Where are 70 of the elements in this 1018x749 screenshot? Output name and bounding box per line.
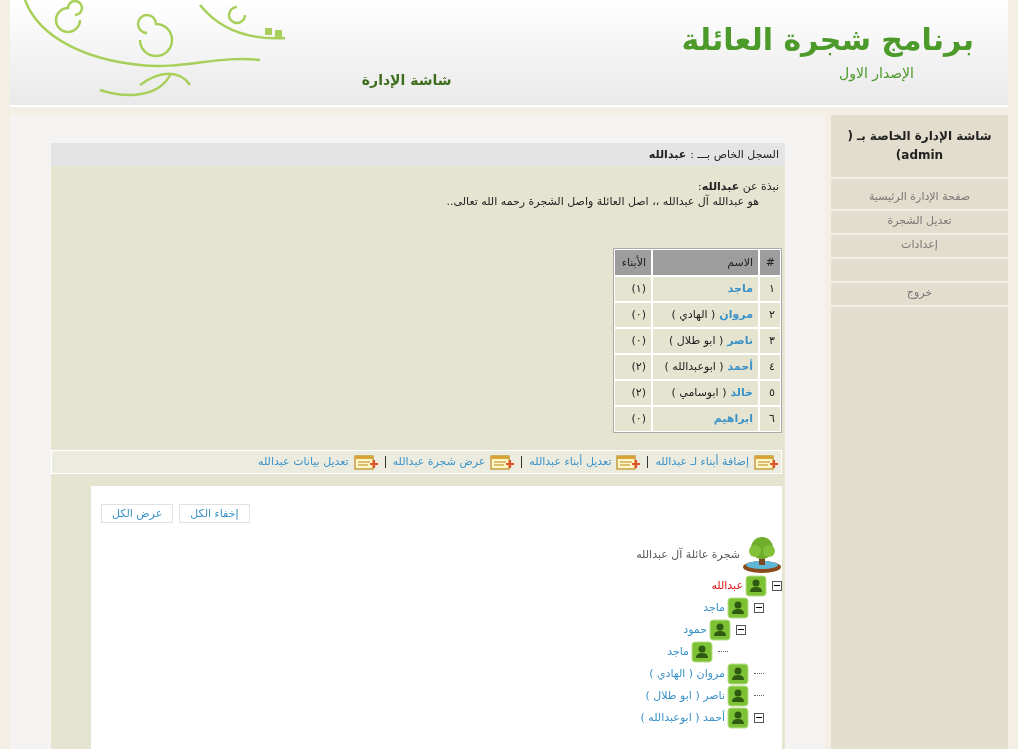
tree-node-link[interactable]: مروان ( الهادي ) (649, 667, 725, 681)
table-cell: (١) (614, 275, 652, 302)
child-name-link[interactable]: ناصر (727, 334, 753, 348)
bio-text: هو عبدالله آل عبدالله ،، اصل العائلة واصل الشجرة رحمه الله تعالى.. (445, 194, 760, 210)
action-link[interactable]: تعديل أبناء عبدالله (529, 455, 612, 469)
tree-title: شجرة عائلة آل عبدالله (636, 548, 740, 562)
person-name: عبدالله (648, 148, 687, 161)
table-cell: (٠) (614, 301, 652, 328)
child-name-link[interactable]: ماجد (727, 282, 753, 296)
table-cell: ٤ (759, 353, 781, 380)
column-header: الأبناء (614, 248, 652, 276)
connector-line (754, 695, 764, 697)
table-cell: ٥ (759, 379, 781, 406)
person-icon (709, 618, 731, 641)
bio-title: نبذة عن عبدالله: (697, 180, 779, 194)
nickname-text: ( الهادي ) (671, 308, 716, 322)
person-icon (727, 662, 749, 685)
collapse-toggle[interactable] (736, 624, 746, 635)
action-link[interactable]: تعديل بيانات عبدالله (258, 455, 349, 469)
tree-node-link[interactable]: أحمد ( ابوعبدالله ) (640, 711, 725, 725)
record-heading: السجل الخاص بـــ : (690, 148, 779, 161)
sidebar-link[interactable]: تعديل الشجرة (831, 211, 1008, 236)
table-cell: ١ (759, 275, 781, 302)
table-cell: (٠) (614, 405, 652, 432)
child-name-link[interactable]: خالد (730, 386, 753, 400)
notepad-add-icon (490, 453, 515, 470)
column-header: # (759, 248, 781, 276)
sidebar-title: شاشة الإدارة الخاصة بـ ( admin) (831, 115, 1008, 180)
person-icon (727, 684, 749, 707)
table-cell: (٠) (614, 327, 652, 354)
notepad-add-icon (754, 453, 778, 470)
sidebar-link[interactable]: إعدادات (831, 235, 1008, 260)
table-cell: (٢) (614, 353, 652, 380)
child-name-link[interactable]: ابراهيم (713, 412, 753, 426)
child-name-link[interactable]: مروان (719, 308, 753, 322)
connector-line (718, 651, 728, 653)
nickname-text: ( ابوعبدالله ) (664, 360, 724, 374)
column-header: الاسم (652, 248, 759, 276)
sidebar-link[interactable]: خروج (831, 283, 1008, 308)
version-label: الإصدار الاول (837, 65, 914, 81)
tree-node-link[interactable]: ماجد (667, 645, 689, 659)
tree-node-link[interactable]: ماجد (703, 601, 725, 615)
app-title: برنامج شجرة العائلة (681, 22, 974, 57)
connector-line (754, 673, 764, 675)
tree-node-link[interactable]: ناصر ( ابو طلال ) (645, 689, 725, 703)
notepad-add-icon (353, 453, 378, 470)
tree-node-link[interactable]: حمود (683, 623, 707, 637)
table-cell: ٢ (759, 301, 781, 328)
child-name-link[interactable]: أحمد (727, 360, 753, 374)
tree-node-link[interactable]: عبدالله (711, 579, 743, 593)
collapse-toggle[interactable] (772, 580, 782, 591)
collapse-toggle[interactable] (754, 712, 764, 723)
action-link[interactable]: إضافة أبناء لـ عبدالله (655, 455, 749, 469)
person-icon (727, 706, 749, 729)
collapse-toggle[interactable] (754, 602, 764, 613)
tree-icon (742, 534, 782, 575)
person-icon (745, 574, 767, 597)
table-cell: (٢) (614, 379, 652, 406)
person-icon (727, 596, 749, 619)
screen-title: شاشة الإدارة (361, 72, 452, 88)
nickname-text: ( ابو طلال ) (669, 334, 724, 348)
table-cell: ٣ (759, 327, 781, 354)
table-cell: ٦ (759, 405, 781, 432)
sidebar-link[interactable]: صفحة الإدارة الرئيسية (831, 187, 1008, 212)
tree-toggle-button[interactable]: عرض الكل (101, 503, 174, 523)
action-link[interactable]: عرض شجرة عبدالله (392, 455, 486, 469)
notepad-add-icon (616, 453, 641, 470)
person-icon (691, 640, 713, 663)
nickname-text: ( ابوسامي ) (671, 386, 727, 400)
tree-toggle-button[interactable]: إخفاء الكل (179, 503, 250, 523)
